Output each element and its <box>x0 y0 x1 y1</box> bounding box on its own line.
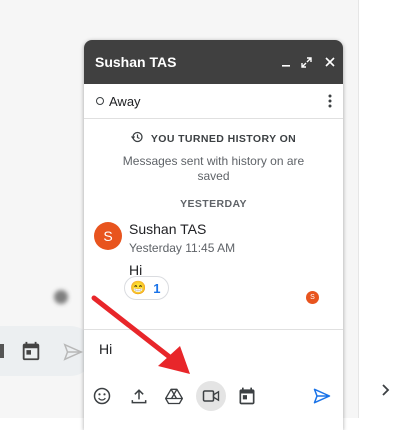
blurred-avatar <box>54 290 68 304</box>
emoji-icon[interactable] <box>87 381 117 411</box>
background-icon-sliver <box>0 344 4 358</box>
read-receipt-avatar: S <box>306 291 319 304</box>
away-status-icon <box>96 97 104 105</box>
video-call-icon[interactable] <box>196 381 226 411</box>
send-icon[interactable] <box>307 381 337 411</box>
background-send-icon[interactable] <box>62 341 84 368</box>
message-timestamp: Yesterday 11:45 AM <box>129 241 236 255</box>
pane-divider <box>358 0 359 418</box>
minimize-icon[interactable] <box>275 40 296 84</box>
chevron-right-icon[interactable] <box>380 383 392 402</box>
sender-name: Sushan TAS <box>129 221 207 237</box>
message-item: S Sushan TAS Yesterday 11:45 AM Hi <box>84 220 343 278</box>
close-icon[interactable] <box>317 40 343 84</box>
history-icon <box>130 130 143 148</box>
chat-header: Sushan TAS <box>84 40 343 84</box>
drive-icon[interactable] <box>159 381 189 411</box>
status-text: Away <box>109 93 141 109</box>
calendar-icon[interactable] <box>232 381 262 411</box>
avatar[interactable]: S <box>94 222 122 250</box>
chat-title: Sushan TAS <box>95 54 177 70</box>
history-notice: YOU TURNED HISTORY ON <box>84 130 343 148</box>
upload-icon[interactable] <box>124 381 154 411</box>
history-subtitle: Messages sent with history on are saved <box>122 154 305 183</box>
pop-out-icon[interactable] <box>296 40 317 84</box>
more-vert-icon[interactable] <box>317 84 343 118</box>
annotation-arrow <box>91 295 190 374</box>
history-title: YOU TURNED HISTORY ON <box>150 133 297 145</box>
day-divider: YESTERDAY <box>180 198 247 210</box>
status-bar: Away <box>84 84 343 119</box>
background-calendar-icon[interactable] <box>20 340 42 367</box>
